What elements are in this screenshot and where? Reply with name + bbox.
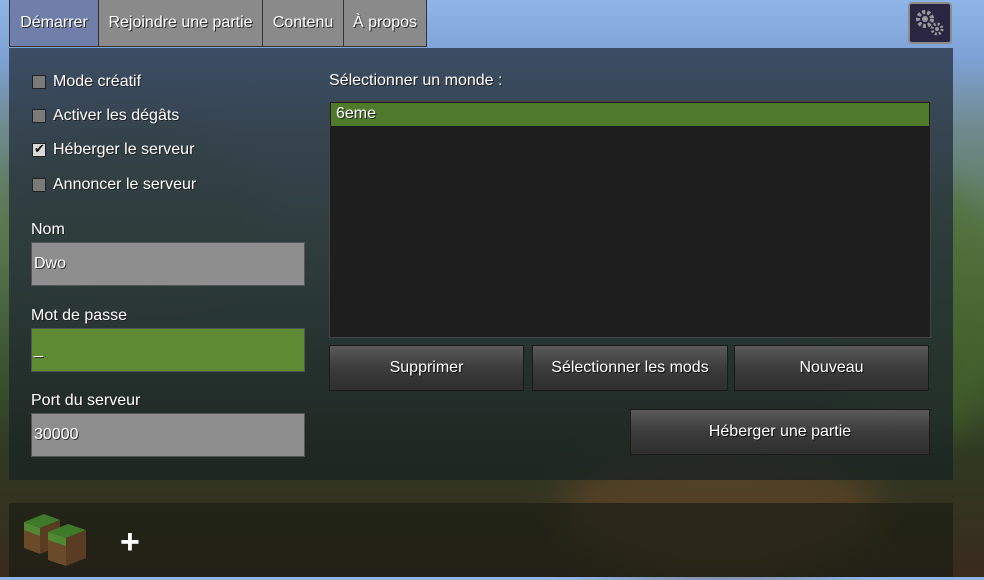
world-list-item[interactable]: 6eme — [331, 103, 929, 126]
tab-about[interactable]: À propos — [343, 0, 427, 47]
host-server-label: Héberger le serveur — [53, 141, 195, 158]
creative-mode-label: Mode créatif — [53, 73, 142, 90]
announce-server-checkbox[interactable] — [32, 178, 46, 192]
tab-content-label: Contenu — [272, 14, 334, 31]
check-icon: ✔ — [34, 141, 45, 156]
settings-button[interactable] — [908, 2, 952, 44]
creative-mode-checkbox[interactable] — [32, 75, 46, 89]
tab-about-label: À propos — [352, 14, 418, 31]
tab-join-game-label: Rejoindre une partie — [108, 14, 253, 31]
server-port-field[interactable]: 30000 — [31, 413, 305, 457]
enable-damage-label: Activer les dégâts — [53, 107, 180, 124]
select-mods-button[interactable]: Sélectionner les mods — [532, 345, 728, 391]
host-game-button[interactable]: Héberger une partie — [630, 409, 930, 455]
world-list[interactable]: 6eme — [329, 101, 931, 338]
tab-start-label: Démarrer — [20, 14, 88, 31]
name-label: Nom — [31, 221, 65, 238]
world-list-label: Sélectionner un monde : — [329, 72, 503, 89]
password-label: Mot de passe — [31, 307, 128, 324]
delete-button[interactable]: Supprimer — [329, 345, 524, 391]
tab-start[interactable]: Démarrer — [9, 0, 99, 47]
host-server-checkbox[interactable]: ✔ — [32, 141, 46, 157]
announce-server-label: Annoncer le serveur — [53, 176, 197, 193]
password-field[interactable]: _ — [31, 328, 305, 372]
server-port-label: Port du serveur — [31, 392, 141, 409]
tab-content[interactable]: Contenu — [262, 0, 344, 47]
enable-damage-checkbox[interactable] — [32, 109, 46, 123]
gear-icon — [916, 10, 944, 36]
plus-icon[interactable]: + — [120, 522, 140, 562]
tab-join-game[interactable]: Rejoindre une partie — [98, 0, 263, 47]
name-field[interactable]: Dwo — [31, 242, 305, 286]
new-world-button[interactable]: Nouveau — [734, 345, 929, 391]
game-selection-bar — [9, 503, 953, 577]
grass-block-icon[interactable] — [22, 514, 88, 568]
